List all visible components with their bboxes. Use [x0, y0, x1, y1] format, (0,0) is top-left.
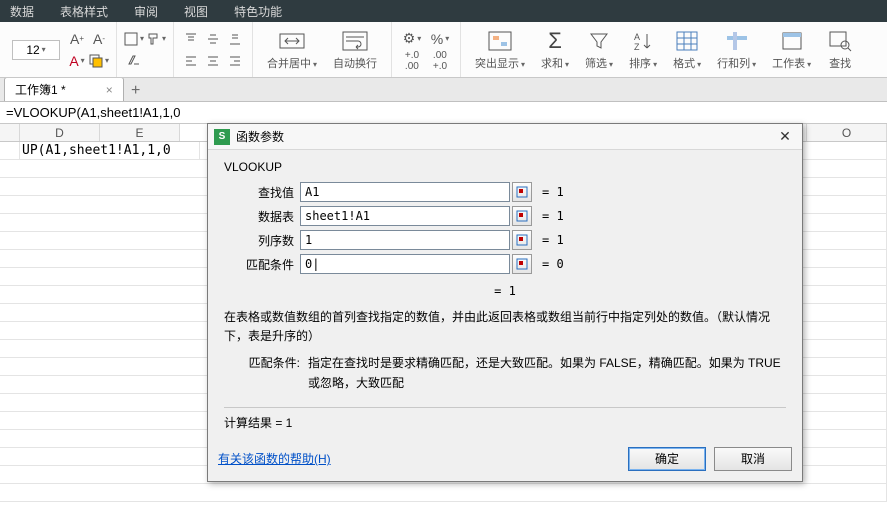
currency-icon[interactable]: ⚙▾ [398, 28, 426, 50]
percent-icon[interactable]: %▾ [426, 28, 454, 50]
decrease-font-icon[interactable]: A- [88, 28, 110, 50]
param-result: = 0 [542, 257, 564, 271]
help-link[interactable]: 有关该函数的帮助(H) [218, 450, 331, 467]
menu-features[interactable]: 特色功能 [234, 3, 282, 20]
worksheet-button[interactable]: 工作表▾ [764, 29, 819, 71]
app-icon: S [214, 129, 230, 145]
close-icon[interactable]: × [106, 83, 113, 97]
highlight-button[interactable]: 突出显示▾ [467, 29, 533, 71]
rowcol-button[interactable]: 行和列▾ [709, 29, 764, 71]
format-button[interactable]: 格式▾ [665, 29, 709, 71]
param-input-col[interactable] [300, 230, 510, 250]
menu-table-style[interactable]: 表格样式 [60, 3, 108, 20]
font-group: 12▾ A+ A- A▾ ▾ [6, 22, 117, 77]
format-painter-icon[interactable]: ▾ [145, 28, 167, 50]
align-top-icon[interactable] [180, 28, 202, 50]
param-result: = 1 [542, 233, 564, 247]
svg-text:Z: Z [634, 42, 640, 52]
function-description: 在表格或数值数组的首列查找指定的数值，并由此返回表格或数组当前行中指定列处的数值… [224, 308, 786, 346]
function-arguments-dialog: S 函数参数 ✕ VLOOKUP 查找值 = 1 数据表 = 1 列序数 = 1… [207, 123, 803, 482]
range-select-icon[interactable] [512, 206, 532, 226]
border-icon[interactable]: ▾ [123, 28, 145, 50]
workbook-tab[interactable]: 工作簿1 * × [4, 77, 124, 101]
menu-data[interactable]: 数据 [10, 3, 34, 20]
filter-button[interactable]: 筛选▾ [577, 29, 621, 71]
col-header-o[interactable]: O [807, 124, 887, 141]
align-center-icon[interactable] [202, 50, 224, 72]
align-middle-icon[interactable] [202, 28, 224, 50]
cancel-button[interactable]: 取消 [714, 447, 792, 471]
number-group: ⚙▾ %▾ +.0.00 .00+.0 [392, 22, 461, 77]
font-color-icon[interactable]: A▾ [66, 50, 88, 72]
workbook-tab-bar: 工作簿1 * × + [0, 78, 887, 102]
ok-button[interactable]: 确定 [628, 447, 706, 471]
param-result: = 1 [542, 185, 564, 199]
param-label-lookup: 查找值 [220, 184, 294, 201]
align-bottom-icon[interactable] [224, 28, 246, 50]
param-result: = 1 [542, 209, 564, 223]
param-label-match: 匹配条件 [220, 256, 294, 273]
range-select-icon[interactable] [512, 182, 532, 202]
calc-result: 计算结果 = 1 [224, 407, 786, 431]
decrease-decimal-icon[interactable]: .00+.0 [426, 50, 454, 72]
sum-button[interactable]: Σ 求和▾ [533, 29, 577, 71]
increase-font-icon[interactable]: A+ [66, 28, 88, 50]
menu-review[interactable]: 审阅 [134, 3, 158, 20]
param-input-match[interactable] [300, 254, 510, 274]
overall-result: = 1 [220, 284, 790, 298]
formula-bar[interactable]: =VLOOKUP(A1,sheet1!A1,1,0 [0, 102, 887, 124]
menu-view[interactable]: 视图 [184, 3, 208, 20]
param-label-col: 列序数 [220, 232, 294, 249]
sort-button[interactable]: AZ 排序▾ [621, 29, 665, 71]
new-sheet-button[interactable]: + [126, 81, 146, 101]
align-left-icon[interactable] [180, 50, 202, 72]
clear-format-icon[interactable] [123, 50, 145, 72]
main-menu-bar: 数据 表格样式 审阅 视图 特色功能 [0, 0, 887, 22]
range-select-icon[interactable] [512, 230, 532, 250]
param-help-text: 指定在查找时是要求精确匹配，还是大致匹配。如果为 FALSE，精确匹配。如果为 … [308, 354, 786, 392]
dialog-close-button[interactable]: ✕ [774, 127, 796, 147]
align-group [174, 22, 253, 77]
range-select-icon[interactable] [512, 254, 532, 274]
find-button[interactable]: 查找 [819, 29, 861, 71]
merge-center-button[interactable]: 合并居中▾ [259, 29, 325, 71]
wrap-text-button[interactable]: 自动换行 [325, 29, 385, 71]
param-input-lookup[interactable] [300, 182, 510, 202]
param-label-table: 数据表 [220, 208, 294, 225]
param-help-label: 匹配条件: [240, 354, 300, 392]
col-header[interactable] [0, 124, 20, 141]
cell-active[interactable]: UP(A1,sheet1!A1,1,0 [20, 142, 200, 159]
svg-text:A: A [634, 32, 640, 42]
font-size-select[interactable]: 12▾ [12, 40, 60, 60]
col-header-d[interactable]: D [20, 124, 100, 141]
function-name: VLOOKUP [224, 160, 790, 174]
dialog-titlebar[interactable]: S 函数参数 ✕ [208, 124, 802, 150]
increase-decimal-icon[interactable]: +.0.00 [398, 50, 426, 72]
dialog-title: 函数参数 [236, 128, 774, 145]
border-group: ▾ ▾ [117, 22, 174, 77]
align-right-icon[interactable] [224, 50, 246, 72]
col-header-e[interactable]: E [100, 124, 180, 141]
fill-color-icon[interactable]: ▾ [88, 50, 110, 72]
param-input-table[interactable] [300, 206, 510, 226]
ribbon: 12▾ A+ A- A▾ ▾ ▾ ▾ [0, 22, 887, 78]
